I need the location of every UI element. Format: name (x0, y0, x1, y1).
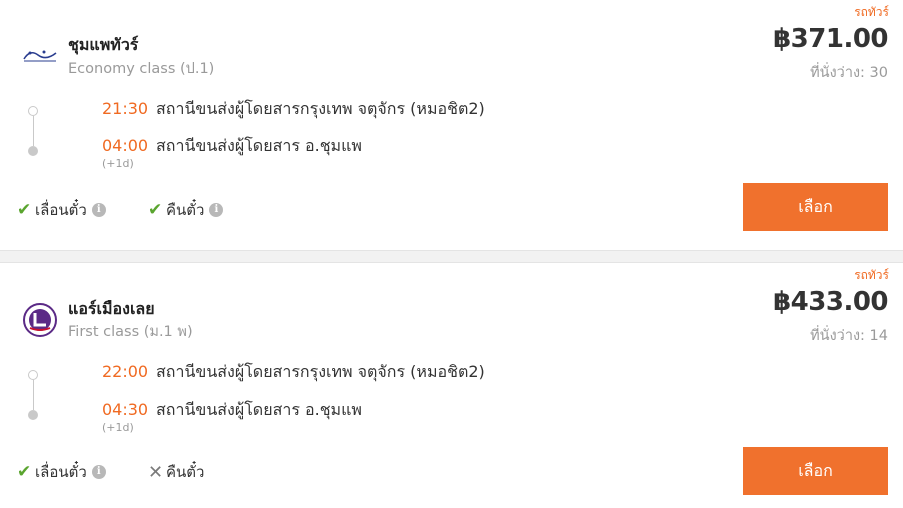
info-icon[interactable]: i (91, 203, 106, 217)
change-ticket-label: เลื่อนตั๋ว (35, 201, 87, 219)
route-timeline (27, 106, 39, 156)
route-line (32, 116, 34, 146)
trip-card: รถทัวร์ ชุมแพทัวร์ Economy class (ป.1) ฿… (0, 0, 903, 250)
price: ฿371.00 (773, 24, 888, 54)
next-day-indicator: (+1d) (102, 157, 134, 170)
cross-icon: ✕ (148, 461, 164, 483)
check-icon: ✔ (148, 200, 163, 220)
check-icon: ✔ (17, 200, 32, 220)
departure-dot-icon (28, 370, 38, 380)
available-seats: ที่นั่งว่าง: 30 (810, 65, 888, 81)
operator-name: แอร์เมืองเลย (68, 299, 155, 318)
arrival-stop: 04:30 สถานีขนส่งผู้โดยสาร อ.ชุมแพ (102, 398, 362, 423)
arrival-dot-icon (28, 410, 38, 420)
card-divider (0, 250, 903, 263)
operator-name: ชุมแพทัวร์ (68, 35, 139, 54)
route-timeline (27, 370, 39, 420)
departure-stop: 22:00 สถานีขนส่งผู้โดยสารกรุงเทพ จตุจักร … (102, 360, 485, 385)
refund-ticket-label: คืนตั๋ว (166, 463, 205, 481)
arrival-time: 04:30 (102, 400, 149, 419)
arrival-station: สถานีขนส่งผู้โดยสาร อ.ชุมแพ (156, 400, 362, 419)
vehicle-type-badge: รถทัวร์ (854, 5, 889, 19)
departure-station: สถานีขนส่งผู้โดยสารกรุงเทพ จตุจักร (หมอช… (156, 362, 485, 381)
trip-card: รถทัวร์ แอร์เมืองเลย First class (ม.1 พ)… (0, 263, 903, 508)
arrival-station: สถานีขนส่งผู้โดยสาร อ.ชุมแพ (156, 136, 362, 155)
arrival-stop: 04:00 สถานีขนส่งผู้โดยสาร อ.ชุมแพ (102, 134, 362, 159)
arrival-dot-icon (28, 146, 38, 156)
info-icon[interactable]: i (91, 465, 106, 479)
operator-logo-icon (22, 37, 58, 73)
vehicle-type-badge: รถทัวร์ (854, 268, 889, 282)
refund-ticket-feature: ✔ คืนตั๋ว i (148, 198, 224, 222)
change-ticket-feature: ✔ เลื่อนตั๋ว i (17, 460, 106, 484)
refund-ticket-feature: ✕ คืนตั๋ว (148, 460, 204, 484)
available-seats: ที่นั่งว่าง: 14 (810, 328, 888, 344)
info-icon[interactable]: i (209, 203, 224, 217)
change-ticket-label: เลื่อนตั๋ว (35, 463, 87, 481)
departure-stop: 21:30 สถานีขนส่งผู้โดยสารกรุงเทพ จตุจักร … (102, 97, 485, 122)
price: ฿433.00 (773, 287, 888, 317)
select-trip-button[interactable]: เลือก (743, 183, 888, 231)
check-icon: ✔ (17, 462, 32, 482)
departure-dot-icon (28, 106, 38, 116)
operator-logo-icon (22, 302, 58, 338)
refund-ticket-label: คืนตั๋ว (166, 201, 205, 219)
seat-class: Economy class (ป.1) (68, 61, 215, 77)
change-ticket-feature: ✔ เลื่อนตั๋ว i (17, 198, 106, 222)
departure-time: 21:30 (102, 99, 149, 118)
arrival-time: 04:00 (102, 136, 149, 155)
seat-class: First class (ม.1 พ) (68, 324, 193, 340)
departure-time: 22:00 (102, 362, 149, 381)
departure-station: สถานีขนส่งผู้โดยสารกรุงเทพ จตุจักร (หมอช… (156, 99, 485, 118)
next-day-indicator: (+1d) (102, 421, 134, 434)
select-trip-button[interactable]: เลือก (743, 447, 888, 495)
route-line (32, 380, 34, 410)
